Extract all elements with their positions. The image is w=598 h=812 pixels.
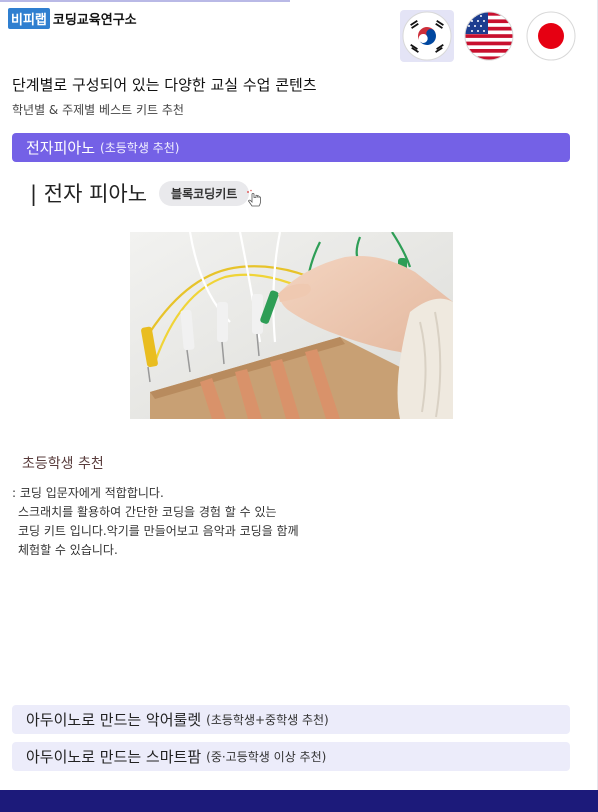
japan-flag-icon <box>526 11 576 61</box>
brand-mark: 비피랩 <box>8 8 50 29</box>
brand-name: 코딩교육연구소 <box>52 13 137 28</box>
section-note: (초등학생+중학생 추천) <box>206 713 329 727</box>
hand-pointer-icon <box>247 189 262 206</box>
page-heading: 단계별로 구성되어 있는 다양한 교실 수업 콘텐츠 <box>12 76 317 94</box>
tag-label: 블록코딩키트 <box>171 186 238 201</box>
footer-bar <box>0 790 598 812</box>
product-header: | 전자 피아노 블록코딩키트 <box>30 178 262 208</box>
korean-flag-icon <box>402 11 452 61</box>
description-line: 코딩 키트 입니다.악기를 만들어보고 음악과 코딩을 함께 <box>18 524 299 538</box>
recommend-title: 초등학생 추천 <box>22 456 104 472</box>
usa-flag-icon <box>464 11 514 61</box>
language-japanese-button[interactable] <box>524 10 578 62</box>
language-switcher <box>400 10 578 62</box>
description-line: 체험할 수 있습니다. <box>18 543 118 557</box>
language-korean-button[interactable] <box>400 10 454 62</box>
product-description: : 코딩 입문자에게 적합합니다. 스크래치를 활용하여 간단한 코딩을 경험 … <box>12 484 299 560</box>
brand-logo[interactable]: 비피랩 코딩교육연구소 <box>8 8 137 29</box>
description-line: 스크래치를 활용하여 간단한 코딩을 경험 할 수 있는 <box>18 505 277 519</box>
section-title: 아두이노로 만드는 스마트팜 <box>26 748 202 766</box>
product-title: | 전자 피아노 <box>30 182 148 206</box>
section-note: (중·고등학생 이상 추천) <box>206 750 327 764</box>
block-coding-kit-tag[interactable]: 블록코딩키트 <box>159 180 262 206</box>
section-title: 아두이노로 만드는 악어룰렛 <box>26 711 202 729</box>
top-accent-line <box>0 0 290 2</box>
section-title: 전자피아노 <box>26 139 96 157</box>
description-line: : 코딩 입문자에게 적합합니다. <box>12 486 164 500</box>
product-photo <box>130 232 453 419</box>
page-subheading: 학년별 & 주제별 베스트 키트 추천 <box>12 103 184 117</box>
section-smart-farm[interactable]: 아두이노로 만드는 스마트팜 (중·고등학생 이상 추천) <box>12 742 570 771</box>
section-note: (초등학생 추천) <box>100 141 180 155</box>
section-alligator-roulette[interactable]: 아두이노로 만드는 악어룰렛 (초등학생+중학생 추천) <box>12 705 570 734</box>
language-english-button[interactable] <box>462 10 516 62</box>
section-electronic-piano[interactable]: 전자피아노 (초등학생 추천) <box>12 133 570 162</box>
